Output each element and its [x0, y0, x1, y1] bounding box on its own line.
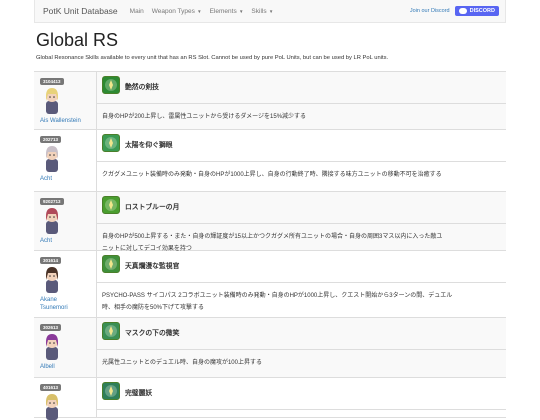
- unit-id-badge: 301614: [40, 257, 62, 264]
- unit-name-link[interactable]: Tsunemori: [40, 304, 68, 312]
- page-title: Global RS: [36, 30, 119, 50]
- skill-description: PSYCHO-PASS サイコパス 2コラボユニット装備時のみ発動・自身のHPが…: [102, 293, 453, 299]
- top-navbar: PotK Unit Database Main Weapon Types ▼ E…: [34, 0, 506, 23]
- unit-cell: 3104413 Ais Wallenstein: [34, 72, 97, 129]
- nav-weapon-types[interactable]: Weapon Types ▼: [148, 8, 206, 15]
- unit-cell: 202713 Acht: [34, 130, 97, 191]
- skill-icon: [102, 255, 120, 273]
- unit-avatar[interactable]: [43, 145, 61, 172]
- skill-name: 艶然の剣技: [125, 84, 159, 91]
- unit-name-link[interactable]: Ais Wallenstein: [40, 117, 81, 125]
- unit-cell: 401613: [34, 378, 97, 420]
- unit-name-link[interactable]: Acht: [40, 175, 52, 183]
- caret-down-icon: ▼: [267, 8, 274, 14]
- unit-id-badge: 202713: [40, 136, 62, 143]
- table-row: 401613 完璧麗妖: [34, 378, 506, 420]
- unit-id-badge: 302613: [40, 324, 62, 331]
- table-row: 302613 Albell マスクの下の微笑 光属性ユニットとのデュエル時、自身…: [34, 318, 506, 378]
- skill-icon: [102, 322, 120, 340]
- skill-header: 完璧麗妖: [97, 378, 506, 410]
- skill-icon: [102, 382, 120, 400]
- unit-id-badge: 3104413: [40, 78, 64, 85]
- unit-cell: 302613 Albell: [34, 318, 97, 377]
- unit-id-badge: 9202713: [40, 198, 64, 205]
- table-row: 202713 Acht 太陽を仰ぐ獅眼 クガグメユニット装備時のみ発動・自身のH…: [34, 130, 506, 192]
- caret-down-icon: ▼: [237, 8, 244, 14]
- skill-header: 太陽を仰ぐ獅眼: [97, 130, 506, 162]
- skill-icon: [102, 196, 120, 214]
- caret-down-icon: ▼: [195, 8, 202, 14]
- unit-name-link[interactable]: Acht: [40, 237, 52, 245]
- skill-description: 時、相手の魔防を50%下げて攻撃する: [102, 305, 205, 311]
- skill-header: 天真爛漫な監視官: [97, 251, 506, 283]
- table-row: 301614 Akane Tsunemori 天真爛漫な監視官 PSYCHO-P…: [34, 251, 506, 318]
- unit-avatar[interactable]: [43, 266, 61, 293]
- nav-main[interactable]: Main: [126, 8, 148, 15]
- unit-cell: 301614 Akane Tsunemori: [34, 251, 97, 317]
- unit-cell: 9202713 Acht: [34, 192, 97, 250]
- unit-avatar[interactable]: [43, 393, 61, 420]
- unit-name-link[interactable]: Albell: [40, 363, 55, 371]
- skill-description: クガグメユニット装備時のみ発動・自身のHPが1000上昇し、自身の行動終了時、隣…: [102, 172, 442, 178]
- rs-table: 3104413 Ais Wallenstein 艶然の剣技 自身のHPが200上…: [34, 71, 506, 420]
- skill-name: ロストブルーの月: [125, 204, 180, 211]
- skill-description: 光属性ユニットとのデュエル時、自身の魔攻が100上昇する: [102, 360, 262, 366]
- brand-link[interactable]: PotK Unit Database: [35, 6, 126, 16]
- unit-name-link[interactable]: Akane: [40, 296, 57, 304]
- unit-avatar[interactable]: [43, 87, 61, 114]
- skill-description: 自身のHPが500上昇する・また・自身の輝証度が15以上かつクガグメ所有ユニット…: [102, 234, 443, 240]
- join-discord-link[interactable]: Join our Discord: [410, 8, 450, 14]
- skill-header: マスクの下の微笑: [97, 318, 506, 350]
- discord-icon: [458, 8, 467, 14]
- nav-right: Join our Discord DISCORD: [410, 6, 505, 16]
- skill-header: ロストブルーの月: [97, 192, 506, 224]
- discord-button[interactable]: DISCORD: [454, 6, 499, 16]
- skill-name: 完璧麗妖: [125, 390, 153, 397]
- page-description: Global Resonance Skills available to eve…: [36, 55, 389, 61]
- nav-skills[interactable]: Skills ▼: [247, 8, 277, 15]
- skill-name: マスクの下の微笑: [125, 330, 180, 337]
- table-row: 3104413 Ais Wallenstein 艶然の剣技 自身のHPが200上…: [34, 72, 506, 130]
- unit-id-badge: 401613: [40, 384, 62, 391]
- nav-elements[interactable]: Elements ▼: [206, 8, 248, 15]
- skill-icon: [102, 76, 120, 94]
- unit-avatar[interactable]: [43, 333, 61, 360]
- skill-header: 艶然の剣技: [97, 72, 506, 104]
- skill-name: 天真爛漫な監視官: [125, 263, 180, 270]
- skill-description: 自身のHPが200上昇し、雷属性ユニットから受けるダメージを15%減少する: [102, 114, 307, 120]
- skill-name: 太陽を仰ぐ獅眼: [125, 142, 173, 149]
- skill-icon: [102, 134, 120, 152]
- table-row: 9202713 Acht ロストブルーの月 自身のHPが500上昇する・また・自…: [34, 192, 506, 252]
- unit-avatar[interactable]: [43, 207, 61, 234]
